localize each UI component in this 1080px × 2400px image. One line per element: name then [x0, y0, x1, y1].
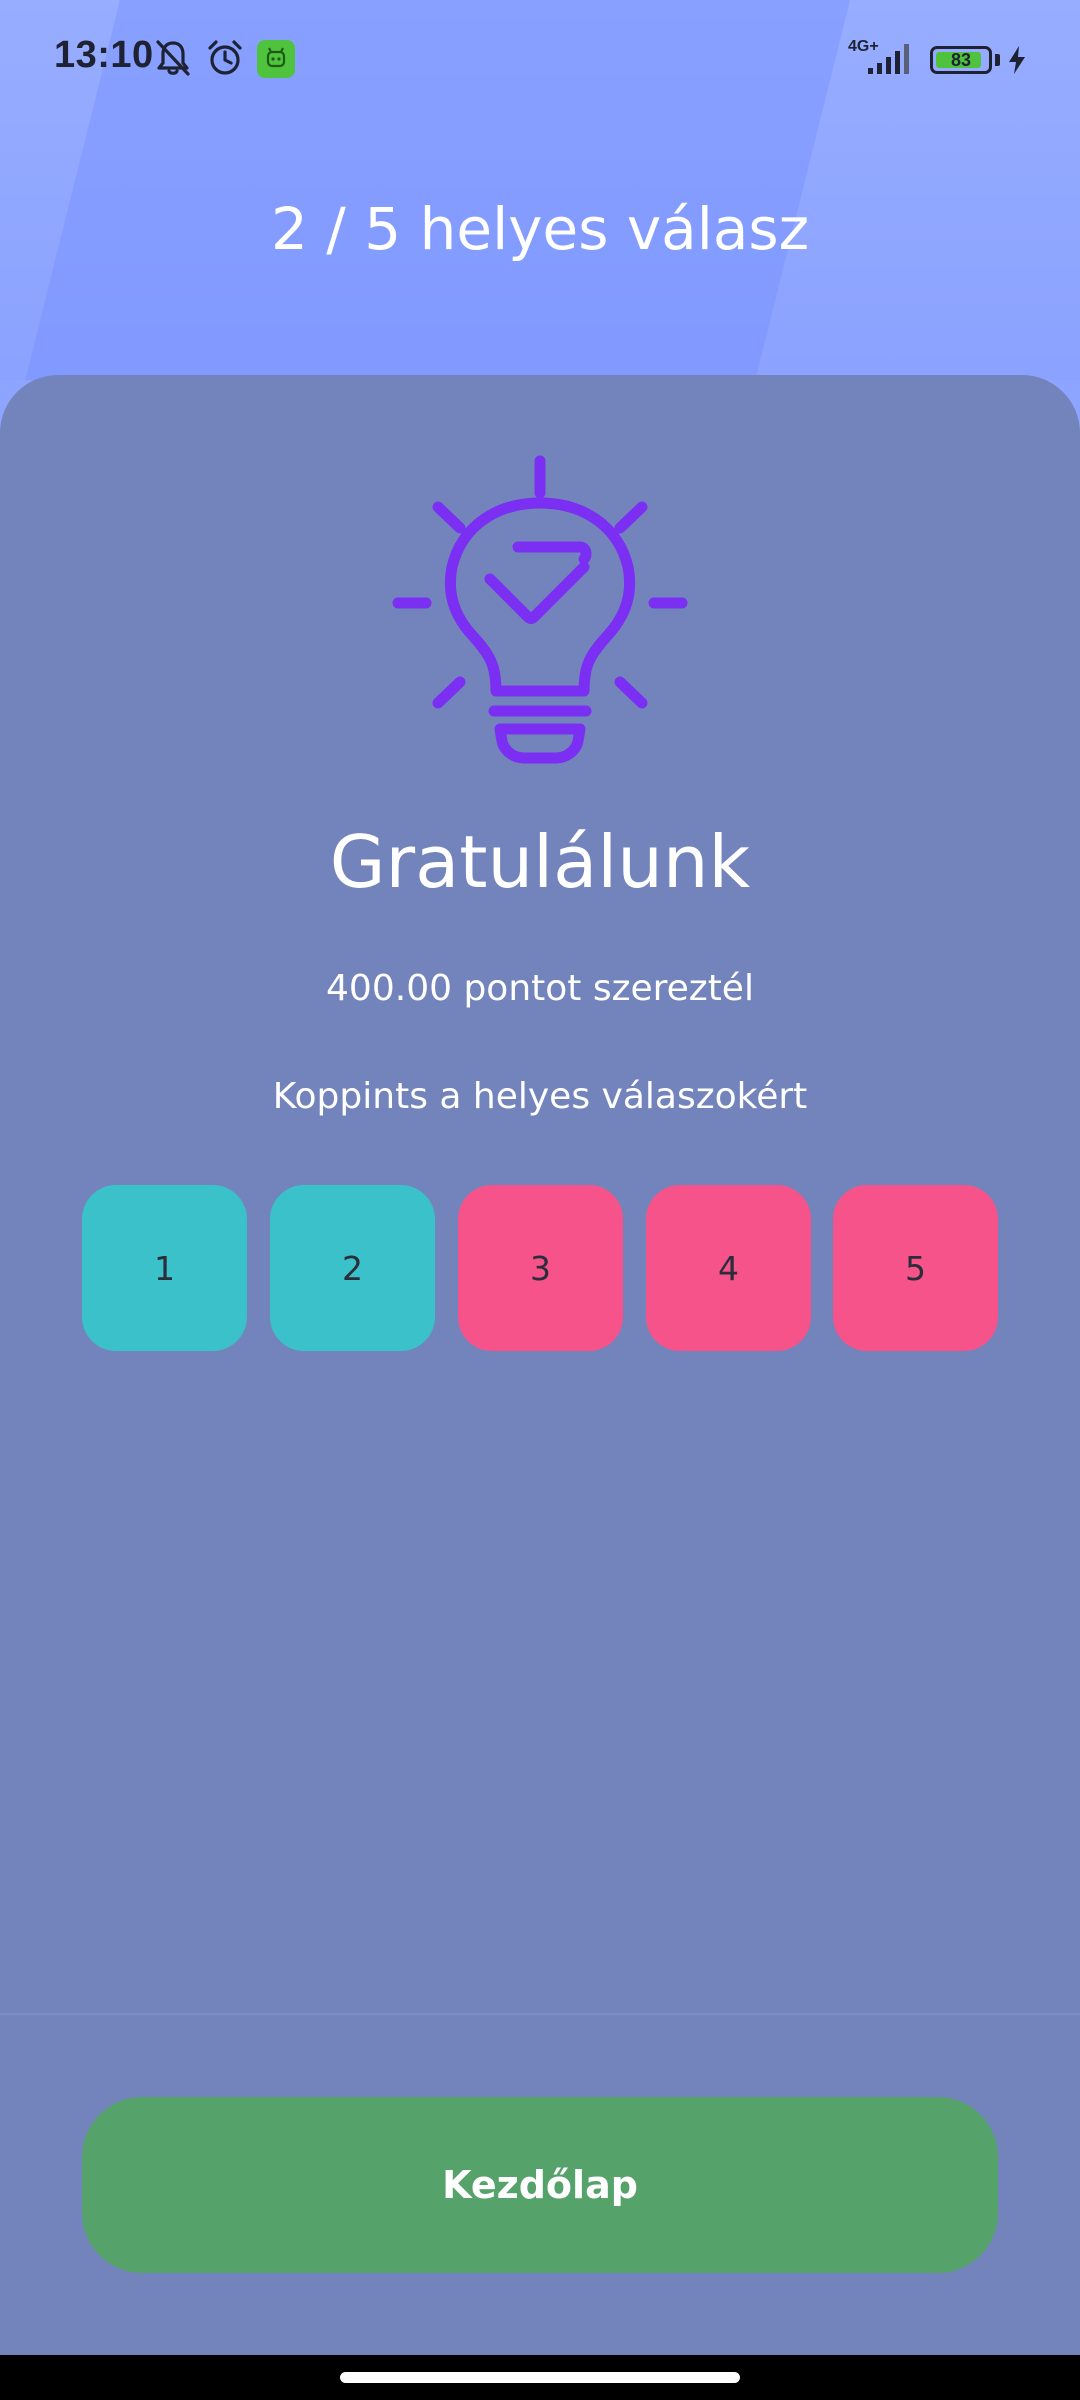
status-bar: 13:10 4G+ 83: [0, 0, 1080, 120]
answer-tile-3[interactable]: 3: [458, 1185, 623, 1351]
answers-hint: Koppints a helyes válaszokért: [272, 1076, 808, 1117]
lightbulb-check-icon: [392, 455, 688, 764]
battery-cap: [995, 54, 1000, 66]
result-title: Gratulálunk: [329, 820, 751, 904]
battery-icon: 83: [930, 46, 992, 74]
gesture-home-indicator[interactable]: [340, 2372, 740, 2383]
system-navigation-bar: [0, 2355, 1080, 2400]
answer-list: 1 2 3 4 5: [82, 1185, 998, 1351]
app-notification-icon: [257, 40, 295, 78]
answer-tile-1[interactable]: 1: [82, 1185, 247, 1351]
battery-level: 83: [950, 50, 972, 70]
charging-icon: [1009, 46, 1025, 74]
alarm-icon: [208, 40, 242, 75]
answer-tile-2[interactable]: 2: [270, 1185, 435, 1351]
home-button[interactable]: Kezdőlap: [82, 2097, 998, 2273]
answer-tile-5[interactable]: 5: [833, 1185, 998, 1351]
answer-tile-4[interactable]: 4: [646, 1185, 811, 1351]
mute-notifications-icon: [156, 40, 190, 76]
score-header: 2 / 5 helyes válasz: [270, 195, 810, 263]
points-earned: 400.00 pontot szereztél: [326, 968, 754, 1009]
status-time: 13:10: [54, 34, 154, 76]
signal-icon: [868, 44, 909, 74]
footer-divider: [0, 2013, 1080, 2015]
